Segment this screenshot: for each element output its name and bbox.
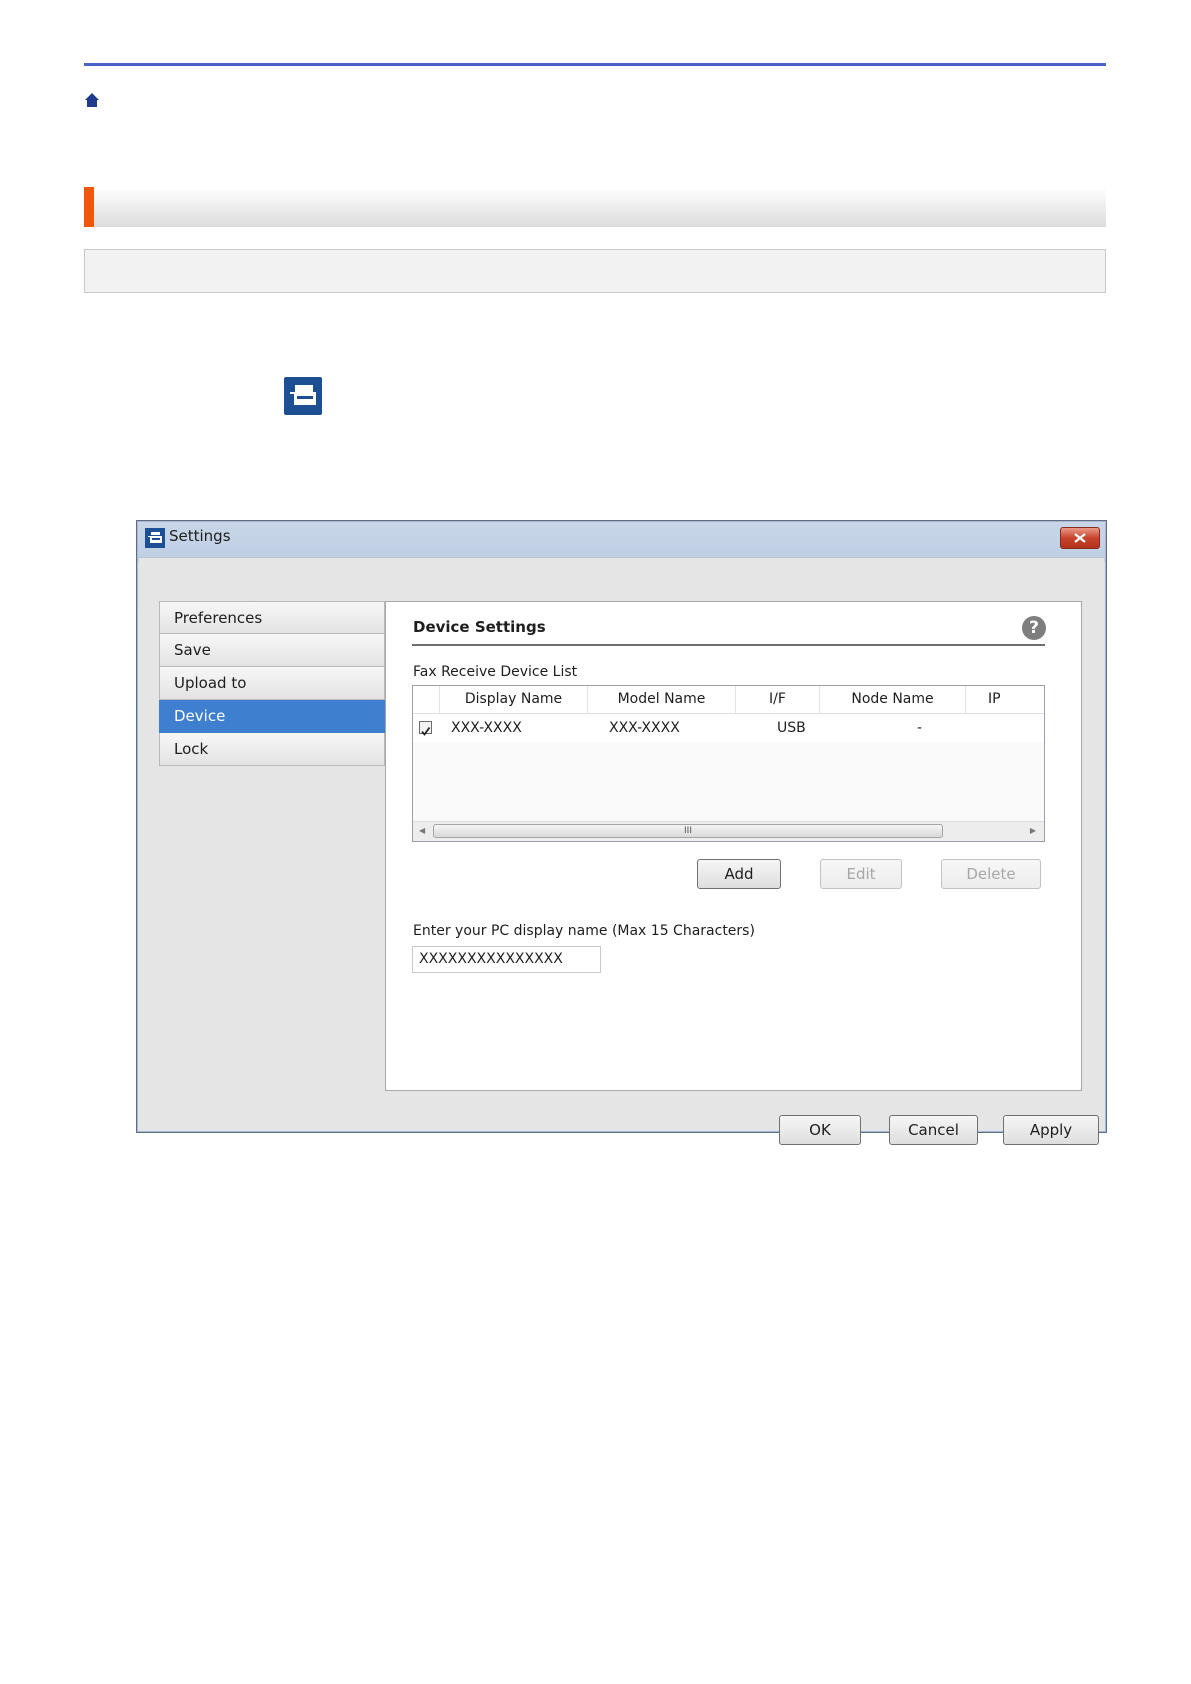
add-button[interactable]: Add: [697, 859, 781, 889]
sidebar-item-lock[interactable]: Lock: [159, 733, 385, 766]
fax-receive-app-icon: [284, 377, 322, 415]
sidebar-item-preferences[interactable]: Preferences: [159, 601, 385, 634]
home-icon[interactable]: [84, 92, 100, 108]
row-checkbox[interactable]: [419, 721, 432, 736]
help-icon[interactable]: ?: [1022, 616, 1046, 640]
settings-app-icon: [145, 528, 165, 548]
column-header-node-name[interactable]: Node Name: [819, 686, 965, 713]
dialog-titlebar[interactable]: Settings: [137, 521, 1106, 557]
cancel-button[interactable]: Cancel: [889, 1115, 978, 1145]
cell-model-name: XXX-XXXX: [609, 720, 680, 736]
pc-display-name-input[interactable]: XXXXXXXXXXXXXXX: [412, 946, 601, 973]
device-settings-panel: Device Settings ? Fax Receive Device Lis…: [385, 601, 1082, 1091]
delete-button[interactable]: Delete: [941, 859, 1041, 889]
table-header: Display Name Model Name I/F Node Name IP: [413, 686, 1044, 714]
top-rule: [84, 63, 1106, 66]
column-header-if[interactable]: I/F: [735, 686, 819, 713]
close-button[interactable]: [1060, 527, 1100, 549]
checkmark-icon: [421, 727, 431, 736]
cell-node-name: -: [917, 720, 923, 736]
table-row[interactable]: XXX-XXXX XXX-XXXX USB -: [413, 714, 1044, 742]
sidebar-item-device[interactable]: Device: [159, 700, 385, 733]
close-icon: [1074, 533, 1086, 543]
scrollbar-thumb[interactable]: III: [433, 824, 943, 838]
scroll-left-icon[interactable]: ◀: [419, 826, 425, 835]
apply-button[interactable]: Apply: [1003, 1115, 1099, 1145]
sidebar-item-save[interactable]: Save: [159, 634, 385, 667]
note-box: [84, 249, 1106, 293]
dialog-title: Settings: [169, 527, 231, 545]
column-header-ip[interactable]: IP: [965, 686, 1044, 713]
panel-title: Device Settings: [413, 618, 546, 636]
section-accent: [84, 187, 94, 227]
cell-display-name: XXX-XXXX: [451, 720, 522, 736]
device-list-table: Display Name Model Name I/F Node Name IP…: [412, 685, 1045, 842]
column-header-display-name[interactable]: Display Name: [439, 686, 587, 713]
section-heading-bar: [84, 187, 1106, 227]
ok-button[interactable]: OK: [779, 1115, 861, 1145]
settings-sidebar: Preferences Save Upload to Device Lock: [159, 601, 385, 766]
pc-display-name-label: Enter your PC display name (Max 15 Chara…: [413, 923, 755, 939]
sidebar-item-upload-to[interactable]: Upload to: [159, 667, 385, 700]
scroll-right-icon[interactable]: ▶: [1030, 826, 1036, 835]
horizontal-scrollbar[interactable]: ◀ III ▶: [413, 821, 1044, 841]
device-list-label: Fax Receive Device List: [413, 664, 578, 680]
cell-if: USB: [777, 720, 806, 736]
settings-dialog: Settings Preferences Save Upload to Devi…: [136, 520, 1107, 1145]
dialog-client-area: Preferences Save Upload to Device Lock D…: [139, 557, 1104, 1145]
column-header-model-name[interactable]: Model Name: [587, 686, 735, 713]
edit-button[interactable]: Edit: [820, 859, 902, 889]
panel-divider: [412, 644, 1045, 646]
